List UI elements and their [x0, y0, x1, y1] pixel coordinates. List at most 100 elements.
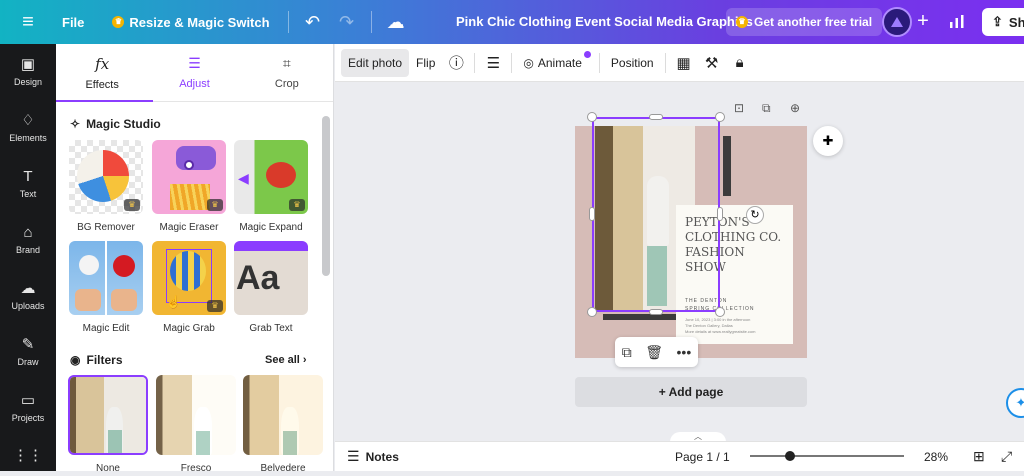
design-title[interactable]: Pink Chic Clothing Event Social Media Gr… [456, 14, 753, 29]
undo-icon[interactable]: ↶ [299, 8, 327, 36]
free-trial-button[interactable]: ♛ Get another free trial [726, 8, 883, 36]
resize-handle[interactable] [649, 309, 663, 315]
notes-icon[interactable]: ☰ [347, 448, 360, 465]
invite-plus-icon[interactable]: + [912, 10, 934, 34]
figure-shape [283, 431, 298, 455]
border-style-icon[interactable]: ☰ [479, 49, 507, 77]
rail-item-uploads[interactable]: ☁ Uploads [0, 268, 56, 324]
resize-magic-switch-button[interactable]: ♛ Resize & Magic Switch [112, 15, 270, 30]
tool-label: Magic Edit [82, 323, 130, 334]
floating-element-toolbar: ⧉ 🗑︎ ••• [615, 337, 698, 367]
grab-text-tile[interactable]: Aa [234, 241, 308, 315]
magic-edit-tile[interactable] [69, 241, 143, 315]
see-all-label: See all [265, 354, 300, 366]
tool-label: Magic Grab [163, 323, 215, 334]
page-indicator[interactable]: Page 1 / 1 [675, 450, 730, 464]
tab-effects[interactable]: fx Effects [56, 44, 154, 102]
rail-item-draw[interactable]: ✎ Draw [0, 324, 56, 380]
resize-handle[interactable] [587, 307, 597, 317]
flip-button[interactable]: Flip [409, 49, 442, 77]
panel-scrollbar[interactable] [322, 116, 330, 276]
selection-box[interactable] [592, 117, 720, 312]
animate-label: Animate [537, 55, 582, 70]
tab-adjust[interactable]: ☰ Adjust [148, 44, 240, 101]
text-icon: T [23, 168, 33, 185]
magic-eraser-tile[interactable]: ♛ [152, 140, 226, 214]
resize-handle[interactable] [649, 114, 663, 120]
rail-item-design[interactable]: ▣ Design [0, 44, 56, 100]
fullscreen-icon[interactable]: ⤢ [1001, 448, 1012, 465]
tab-label: Effects [85, 78, 119, 91]
resize-handle[interactable] [715, 112, 725, 122]
grid-view-icon[interactable]: ⊞ [973, 448, 985, 465]
duplicate-icon[interactable]: ⧉ [622, 344, 632, 361]
crown-icon: ♛ [289, 199, 305, 211]
animate-button[interactable]: ◎ Animate [516, 49, 591, 77]
zoom-slider-handle[interactable] [785, 451, 795, 461]
filter-label: Fresco [180, 463, 212, 474]
tile-header-band [234, 241, 308, 251]
filter-belvedere[interactable] [243, 375, 323, 455]
zoom-level[interactable]: 28% [924, 450, 948, 464]
design-icon: ▣ [20, 56, 36, 73]
apps-grid-icon: ⋮⋮ [13, 447, 43, 464]
rotate-icon[interactable]: ↻ [746, 206, 764, 224]
add-page-button[interactable]: + Add page [575, 377, 807, 407]
figure-shape [108, 430, 122, 453]
rail-item-projects[interactable]: ▭ Projects [0, 380, 56, 436]
add-page-icon[interactable]: ⊕ [790, 101, 800, 115]
transparency-icon[interactable]: ▦ [670, 49, 698, 77]
resize-handle[interactable] [587, 112, 597, 122]
beach-ball-image [77, 150, 129, 202]
see-all-link[interactable]: See all › [265, 354, 307, 366]
resize-handle[interactable] [715, 307, 725, 317]
add-comment-icon[interactable]: ✚ [813, 126, 843, 156]
rail-item-apps[interactable]: ⋮⋮ [0, 436, 56, 476]
avatar[interactable] [882, 7, 912, 37]
page-lock-icon[interactable]: ⊡ [734, 101, 744, 115]
tool-label: Magic Eraser [159, 222, 219, 233]
paint-roller-icon[interactable]: ⚒ [698, 49, 726, 77]
tool-label: Grab Text [249, 323, 293, 334]
lock-icon[interactable]: 🔒︎ [726, 49, 754, 77]
context-toolbar: Edit photo Flip ⓘ ☰ ◎ Animate Position ▦… [335, 44, 1024, 82]
trash-icon[interactable]: 🗑︎ [645, 344, 663, 361]
divider [370, 11, 372, 33]
rail-label: Brand [15, 245, 41, 255]
bottom-bar: ☰ Notes Page 1 / 1 28% ⊞ ⤢ [335, 441, 1024, 471]
filter-none[interactable] [68, 375, 148, 455]
tool-label: Magic Expand [239, 222, 303, 233]
filter-fresco[interactable] [156, 375, 236, 455]
resize-handle[interactable] [717, 207, 723, 221]
rail-item-text[interactable]: T Text [0, 156, 56, 212]
elements-icon: ♢ [21, 112, 35, 129]
info-icon[interactable]: ⓘ [442, 49, 470, 77]
magic-expand-tile[interactable]: ◀ ♛ [234, 140, 308, 214]
rail-item-elements[interactable]: ♢ Elements [0, 100, 56, 156]
more-options-icon[interactable]: ••• [677, 344, 692, 360]
aa-text-sample: Aa [236, 259, 280, 297]
menu-icon[interactable]: ≡ [0, 0, 56, 44]
notes-button[interactable]: Notes [366, 450, 399, 464]
redo-icon[interactable]: ↷ [333, 8, 361, 36]
cloud-saved-icon[interactable]: ☁ [382, 8, 410, 36]
duplicate-page-icon[interactable]: ⧉ [762, 101, 771, 116]
resize-handle[interactable] [589, 207, 595, 221]
tab-label: Adjust [179, 78, 210, 90]
share-label: Sh [1008, 14, 1024, 30]
file-menu[interactable]: File [62, 15, 84, 30]
position-button[interactable]: Position [604, 49, 661, 77]
zoom-slider[interactable] [750, 455, 904, 457]
magic-grab-tile[interactable]: ☝ ♛ [152, 241, 226, 315]
rail-label: Elements [9, 133, 47, 143]
share-button[interactable]: ⇪ Sh [982, 8, 1024, 36]
edit-photo-button[interactable]: Edit photo [341, 48, 410, 77]
bg-remover-tile[interactable]: ♛ [69, 140, 143, 214]
left-rail: ▣ Design ♢ Elements T Text ⌂ Brand ☁ Upl… [0, 44, 56, 471]
tab-label: Crop [274, 78, 299, 90]
insights-icon[interactable] [940, 8, 974, 36]
card-fine-2: The Denton Gallery, Dallas [685, 323, 733, 328]
tab-crop[interactable]: ⌗ Crop [241, 44, 333, 101]
crown-icon: ♛ [124, 199, 140, 211]
rail-item-brand[interactable]: ⌂ Brand [0, 212, 56, 268]
